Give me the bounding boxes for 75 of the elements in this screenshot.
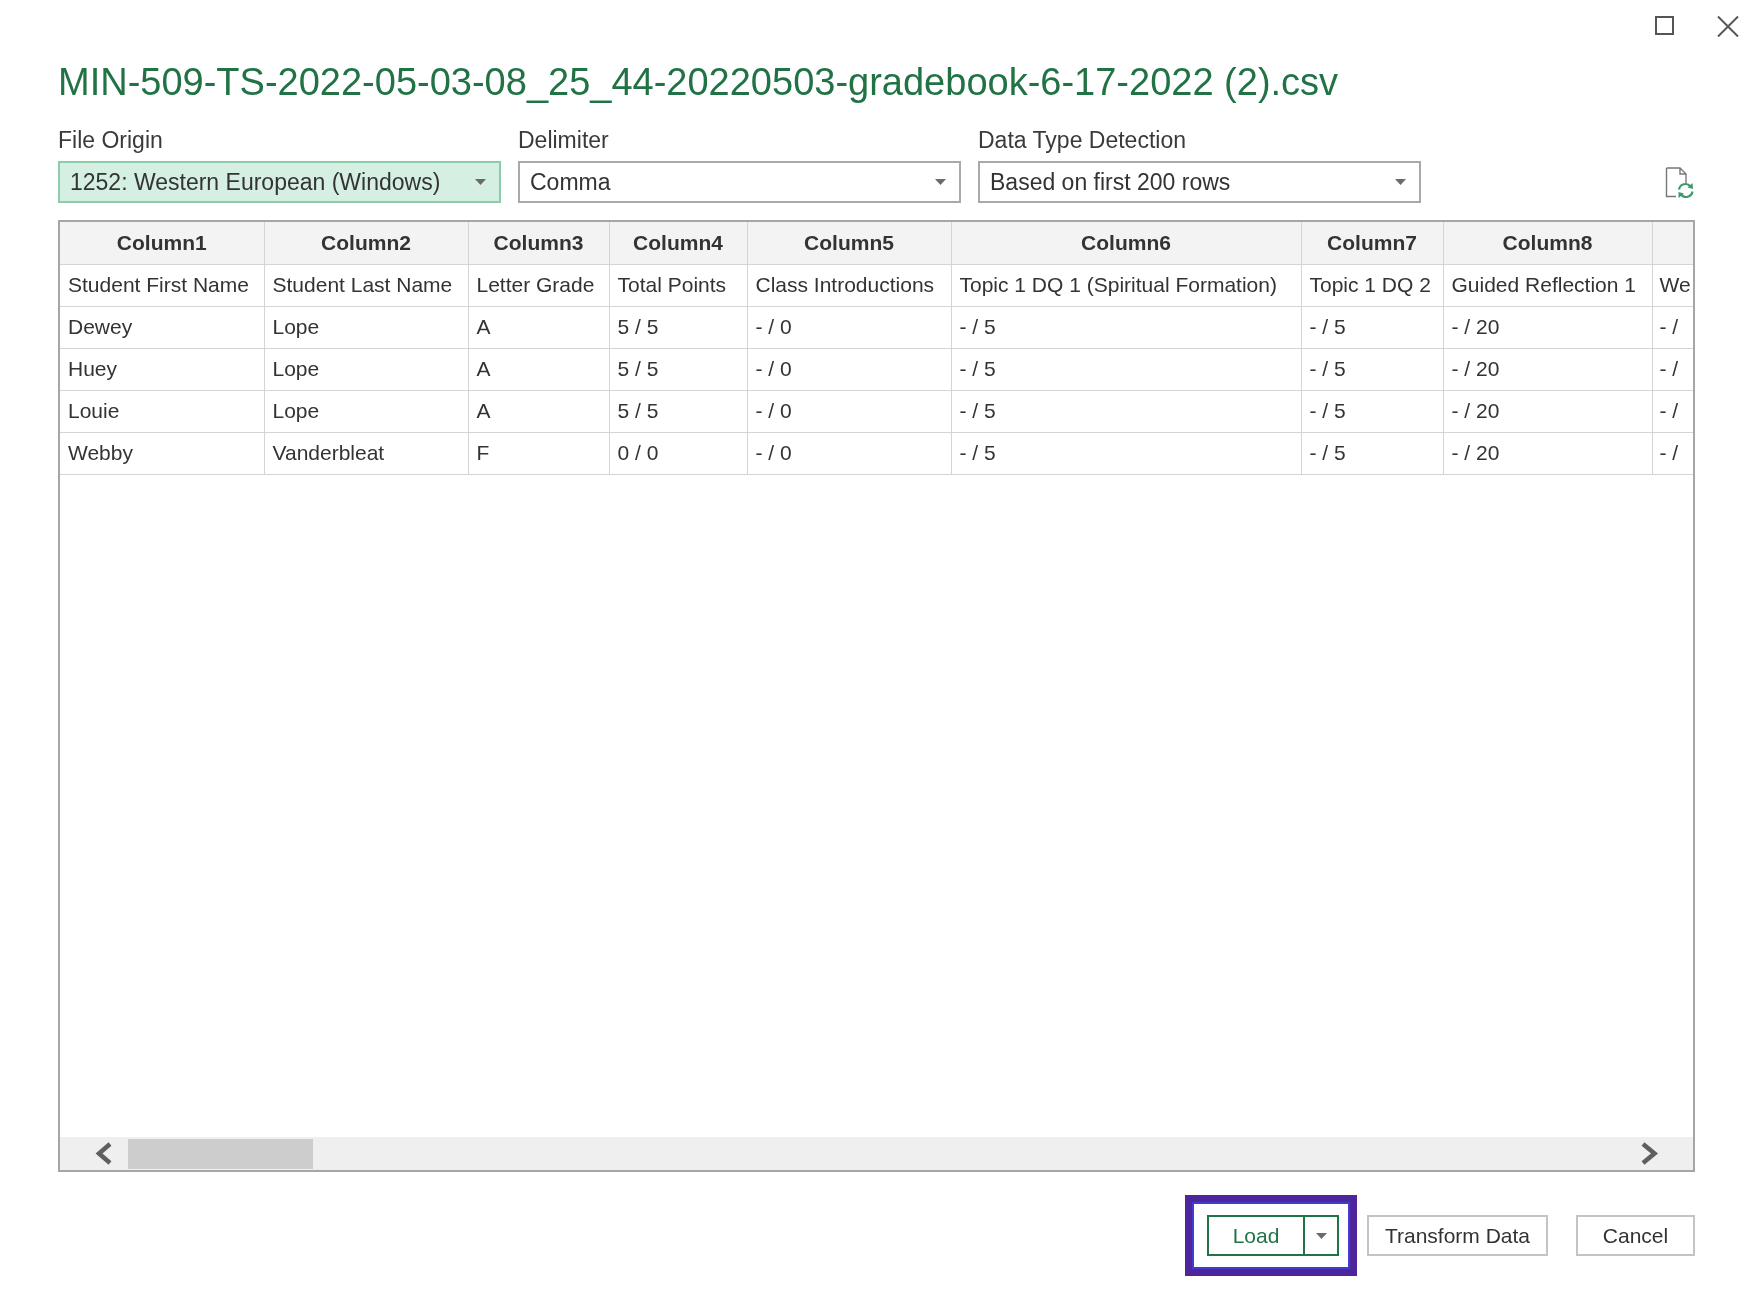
caret-down-icon: [475, 179, 486, 185]
table-cell: - / 5: [1301, 306, 1443, 348]
table-cell: A: [468, 390, 609, 432]
table-cell: - / 5: [951, 432, 1301, 474]
table-cell: Guided Reflection 1: [1443, 264, 1652, 306]
table-cell: - /: [1652, 306, 1693, 348]
maximize-icon[interactable]: [1655, 16, 1674, 35]
dialog-button[interactable]: Cancel: [1576, 1215, 1695, 1256]
table-cell: F: [468, 432, 609, 474]
table-cell: Vanderbleat: [264, 432, 468, 474]
caret-down-icon: [1395, 179, 1406, 185]
dropdown-field[interactable]: Comma: [518, 161, 961, 203]
column-header[interactable]: Column2: [264, 222, 468, 264]
column-header[interactable]: Column8: [1443, 222, 1652, 264]
caret-down-icon: [1315, 1232, 1327, 1239]
dropdown-arrow-button[interactable]: [1305, 1215, 1339, 1256]
table-cell: Dewey: [60, 306, 264, 348]
horizontal-scrollbar[interactable]: [60, 1137, 1693, 1170]
table-cell: We: [1652, 264, 1693, 306]
table-cell: Lope: [264, 348, 468, 390]
dropdown-field[interactable]: Based on first 200 rows: [978, 161, 1421, 203]
dropdown-field[interactable]: 1252: Western European (Windows): [58, 161, 501, 203]
table-cell: - /: [1652, 348, 1693, 390]
table-cell: Letter Grade: [468, 264, 609, 306]
table-cell: Topic 1 DQ 2: [1301, 264, 1443, 306]
table-cell: - / 5: [951, 306, 1301, 348]
column-header[interactable]: Column3: [468, 222, 609, 264]
table-cell: - / 0: [747, 390, 951, 432]
table-cell: Student First Name: [60, 264, 264, 306]
table-cell: - / 5: [951, 348, 1301, 390]
table-cell: 0 / 0: [609, 432, 747, 474]
close-icon[interactable]: [1717, 16, 1739, 37]
table-cell: - / 20: [1443, 432, 1652, 474]
table-cell: 5 / 5: [609, 306, 747, 348]
table-cell: Student Last Name: [264, 264, 468, 306]
table-cell: - / 20: [1443, 348, 1652, 390]
table-cell: Webby: [60, 432, 264, 474]
table-cell: - / 0: [747, 306, 951, 348]
table-cell: - / 0: [747, 432, 951, 474]
table-cell: Huey: [60, 348, 264, 390]
column-header[interactable]: Column4: [609, 222, 747, 264]
table-cell: Class Introductions: [747, 264, 951, 306]
dialog-button[interactable]: Transform Data: [1367, 1215, 1548, 1256]
document-refresh-icon[interactable]: [1665, 166, 1695, 198]
table-cell: Lope: [264, 306, 468, 348]
dialog-title: MIN-509-TS-2022-05-03-08_25_44-20220503-gradebook-6-17-2022 (2).csv: [58, 60, 1340, 105]
table-cell: A: [468, 306, 609, 348]
table-cell: Topic 1 DQ 1 (Spiritual Formation): [951, 264, 1301, 306]
column-header[interactable]: Column6: [951, 222, 1301, 264]
table-cell: - / 20: [1443, 306, 1652, 348]
table-cell: - / 5: [1301, 390, 1443, 432]
column-header[interactable]: Column1: [60, 222, 264, 264]
column-header[interactable]: Column5: [747, 222, 951, 264]
table-cell: - / 20: [1443, 390, 1652, 432]
field-label: File Origin: [58, 127, 163, 154]
chevron-left-icon[interactable]: [94, 1142, 112, 1165]
table-cell: A: [468, 348, 609, 390]
table-cell: - / 5: [1301, 348, 1443, 390]
load-button[interactable]: Load: [1207, 1215, 1305, 1256]
table-cell: Louie: [60, 390, 264, 432]
table-cell: 5 / 5: [609, 390, 747, 432]
table-cell: Lope: [264, 390, 468, 432]
table-cell: - / 0: [747, 348, 951, 390]
field-label: Data Type Detection: [978, 127, 1186, 154]
column-header[interactable]: Column7: [1301, 222, 1443, 264]
table-cell: - /: [1652, 390, 1693, 432]
table-cell: 5 / 5: [609, 348, 747, 390]
table-cell: - /: [1652, 432, 1693, 474]
table-cell: - / 5: [1301, 432, 1443, 474]
chevron-right-icon[interactable]: [1641, 1142, 1660, 1165]
field-label: Delimiter: [518, 127, 609, 154]
table-cell: Total Points: [609, 264, 747, 306]
caret-down-icon: [935, 179, 946, 185]
table-cell: - / 5: [951, 390, 1301, 432]
scrollbar-thumb[interactable]: [128, 1138, 313, 1169]
